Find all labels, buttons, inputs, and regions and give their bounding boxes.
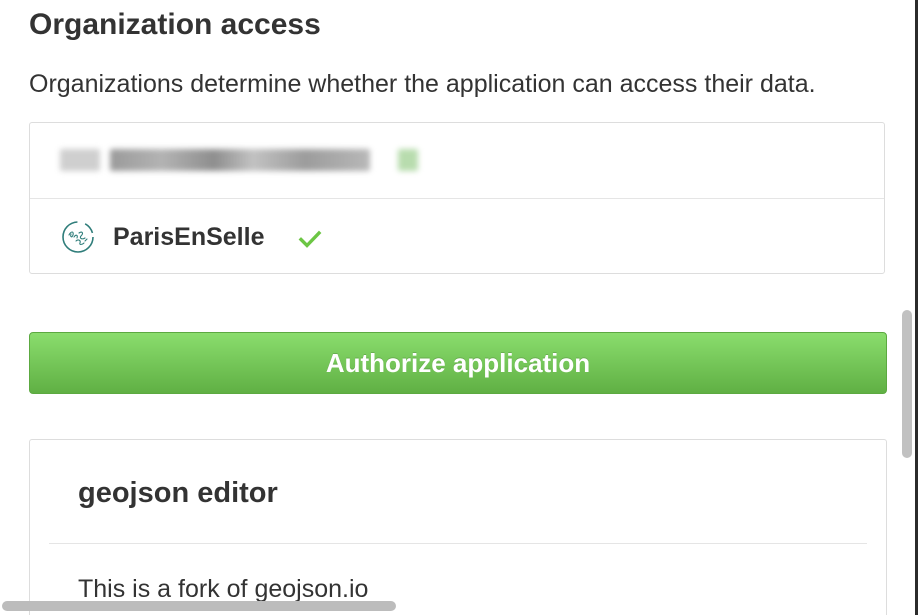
- card-divider: [49, 543, 867, 544]
- parisenselle-logo-icon: [62, 221, 94, 253]
- organization-row-redacted: [30, 123, 884, 199]
- redacted-avatar: [60, 149, 100, 171]
- application-name: geojson editor: [78, 477, 278, 509]
- application-card: geojson editor This is a fork of geojson…: [29, 439, 887, 615]
- redacted-organization-name: [110, 149, 370, 171]
- horizontal-scrollbar-thumb[interactable]: [2, 601, 396, 611]
- section-title: Organization access: [29, 8, 321, 41]
- authorize-application-button[interactable]: Authorize application: [29, 332, 887, 394]
- organization-name: ParisEnSelle: [113, 223, 265, 251]
- section-description: Organizations determine whether the appl…: [29, 70, 816, 98]
- checkmark-icon: [298, 230, 322, 248]
- redacted-checkmark-icon: [398, 149, 418, 171]
- organization-row-parisenselle: ParisEnSelle: [30, 199, 884, 275]
- oauth-authorize-page: Organization access Organizations determ…: [0, 0, 918, 615]
- vertical-scrollbar-thumb[interactable]: [902, 310, 912, 458]
- organization-list: ParisEnSelle: [29, 122, 885, 274]
